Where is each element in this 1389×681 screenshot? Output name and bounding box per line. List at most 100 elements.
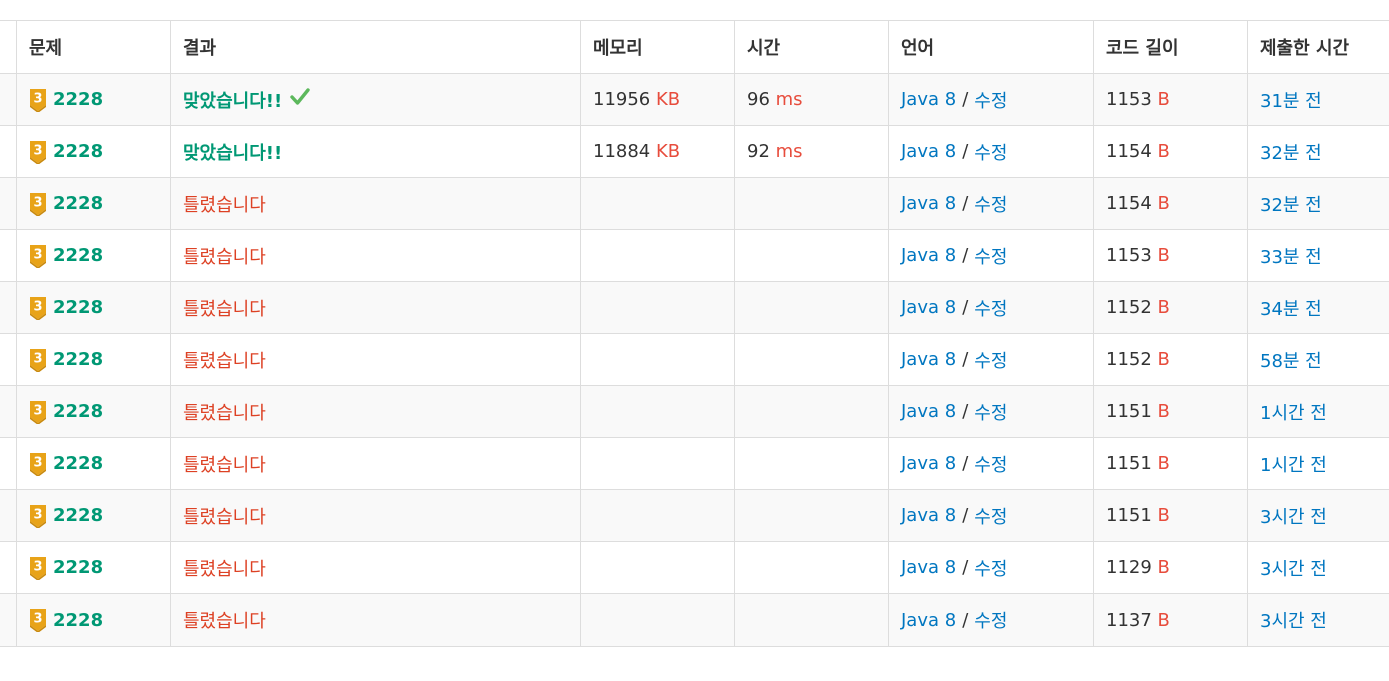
submitted-time-link[interactable]: 31분 전 xyxy=(1260,87,1322,113)
problem-cell: 3 2228 xyxy=(16,594,170,646)
problem-link[interactable]: 2228 xyxy=(53,505,103,526)
language-cell: Java 8 /수정 xyxy=(888,542,1093,593)
code-length-value: 1151 xyxy=(1106,401,1152,422)
submitted-time-link[interactable]: 33분 전 xyxy=(1260,243,1322,269)
checkmark-icon xyxy=(290,88,310,111)
code-length-value: 1151 xyxy=(1106,505,1152,526)
header-code-length: 코드 길이 xyxy=(1093,21,1247,73)
language-cell: Java 8 /수정 xyxy=(888,438,1093,489)
problem-cell: 3 2228 xyxy=(16,438,170,489)
edit-link[interactable]: 수정 xyxy=(974,399,1007,425)
language-link[interactable]: Java 8 xyxy=(901,245,956,266)
edit-link[interactable]: 수정 xyxy=(974,87,1007,113)
problem-link[interactable]: 2228 xyxy=(53,245,103,266)
memory-cell xyxy=(580,490,734,541)
svg-text:3: 3 xyxy=(33,559,42,574)
edit-link[interactable]: 수정 xyxy=(974,347,1007,373)
language-link[interactable]: Java 8 xyxy=(901,141,956,162)
problem-link[interactable]: 2228 xyxy=(53,193,103,214)
problem-cell: 3 2228 xyxy=(16,230,170,281)
separator: / xyxy=(962,505,969,526)
edit-link[interactable]: 수정 xyxy=(974,139,1007,165)
submitted-time-cell: 33분 전 xyxy=(1247,230,1389,281)
result-text: 틀렸습니다 xyxy=(183,506,266,528)
memory-cell xyxy=(580,386,734,437)
code-length-cell: 1151 B xyxy=(1093,490,1247,541)
problem-link[interactable]: 2228 xyxy=(53,610,103,631)
svg-text:3: 3 xyxy=(33,507,42,522)
time-value: 96 xyxy=(747,89,770,110)
result-text: 틀렸습니다 xyxy=(183,246,266,268)
submitted-time-link[interactable]: 58분 전 xyxy=(1260,347,1322,373)
edit-link[interactable]: 수정 xyxy=(974,451,1007,477)
row-spacer xyxy=(0,282,16,333)
language-link[interactable]: Java 8 xyxy=(901,297,956,318)
submitted-time-link[interactable]: 1시간 전 xyxy=(1260,451,1327,477)
code-length-cell: 1152 B xyxy=(1093,282,1247,333)
svg-text:3: 3 xyxy=(33,299,42,314)
result-text: 맞았습니다!! xyxy=(183,90,283,112)
edit-link[interactable]: 수정 xyxy=(974,607,1007,633)
result-cell: 틀렸습니다 xyxy=(170,282,580,333)
memory-unit: KB xyxy=(656,141,681,162)
result-cell: 틀렸습니다 xyxy=(170,542,580,593)
language-link[interactable]: Java 8 xyxy=(901,401,956,422)
time-cell xyxy=(734,230,888,281)
memory-cell xyxy=(580,178,734,229)
submitted-time-link[interactable]: 3시간 전 xyxy=(1260,503,1327,529)
language-link[interactable]: Java 8 xyxy=(901,505,956,526)
result-text: 틀렸습니다 xyxy=(183,350,266,372)
header-result: 결과 xyxy=(170,21,580,73)
language-cell: Java 8 /수정 xyxy=(888,178,1093,229)
language-link[interactable]: Java 8 xyxy=(901,610,956,631)
language-link[interactable]: Java 8 xyxy=(901,349,956,370)
language-link[interactable]: Java 8 xyxy=(901,453,956,474)
problem-link[interactable]: 2228 xyxy=(53,297,103,318)
problem-link[interactable]: 2228 xyxy=(53,141,103,162)
submitted-time-cell: 32분 전 xyxy=(1247,126,1389,177)
separator: / xyxy=(962,453,969,474)
svg-text:3: 3 xyxy=(33,455,42,470)
table-row: 3 2228 맞았습니다!! 11884 KB 92 ms Java 8/수정 1154 B… xyxy=(0,126,1389,178)
problem-link[interactable]: 2228 xyxy=(53,401,103,422)
submitted-time-link[interactable]: 34분 전 xyxy=(1260,295,1322,321)
separator: / xyxy=(962,193,969,214)
edit-link[interactable]: 수정 xyxy=(974,243,1007,269)
submitted-time-cell: 31분 전 xyxy=(1247,74,1389,125)
code-length-value: 1152 xyxy=(1106,349,1152,370)
code-length-unit: B xyxy=(1157,557,1170,578)
result-text: 틀렸습니다 xyxy=(183,558,266,580)
edit-link[interactable]: 수정 xyxy=(974,503,1007,529)
gold-tier-3-badge-icon: 3 xyxy=(29,88,47,113)
language-link[interactable]: Java 8 xyxy=(901,557,956,578)
table-row: 3 2228 틀렸습니다 Java 8 /수정 1151 B 1시간 전 xyxy=(0,438,1389,490)
result-text: 틀렸습니다 xyxy=(183,298,266,320)
gold-tier-3-badge-icon: 3 xyxy=(29,296,47,321)
submitted-time-link[interactable]: 32분 전 xyxy=(1260,139,1322,165)
row-spacer xyxy=(0,594,16,646)
time-unit: ms xyxy=(775,141,803,162)
submitted-time-link[interactable]: 3시간 전 xyxy=(1260,607,1327,633)
code-length-unit: B xyxy=(1157,141,1170,162)
time-cell xyxy=(734,490,888,541)
language-link[interactable]: Java 8 xyxy=(901,193,956,214)
header-language: 언어 xyxy=(888,21,1093,73)
svg-text:3: 3 xyxy=(33,91,42,106)
language-link[interactable]: Java 8 xyxy=(901,89,956,110)
result-text: 틀렸습니다 xyxy=(183,454,266,476)
edit-link[interactable]: 수정 xyxy=(974,295,1007,321)
problem-link[interactable]: 2228 xyxy=(53,453,103,474)
problem-link[interactable]: 2228 xyxy=(53,89,103,110)
row-spacer xyxy=(0,490,16,541)
edit-link[interactable]: 수정 xyxy=(974,555,1007,581)
memory-value: 11884 xyxy=(593,141,651,162)
edit-link[interactable]: 수정 xyxy=(974,191,1007,217)
time-cell xyxy=(734,282,888,333)
problem-link[interactable]: 2228 xyxy=(53,557,103,578)
problem-link[interactable]: 2228 xyxy=(53,349,103,370)
language-cell: Java 8 /수정 xyxy=(888,386,1093,437)
code-length-value: 1153 xyxy=(1106,89,1152,110)
submitted-time-link[interactable]: 3시간 전 xyxy=(1260,555,1327,581)
submitted-time-link[interactable]: 1시간 전 xyxy=(1260,399,1327,425)
submitted-time-link[interactable]: 32분 전 xyxy=(1260,191,1322,217)
